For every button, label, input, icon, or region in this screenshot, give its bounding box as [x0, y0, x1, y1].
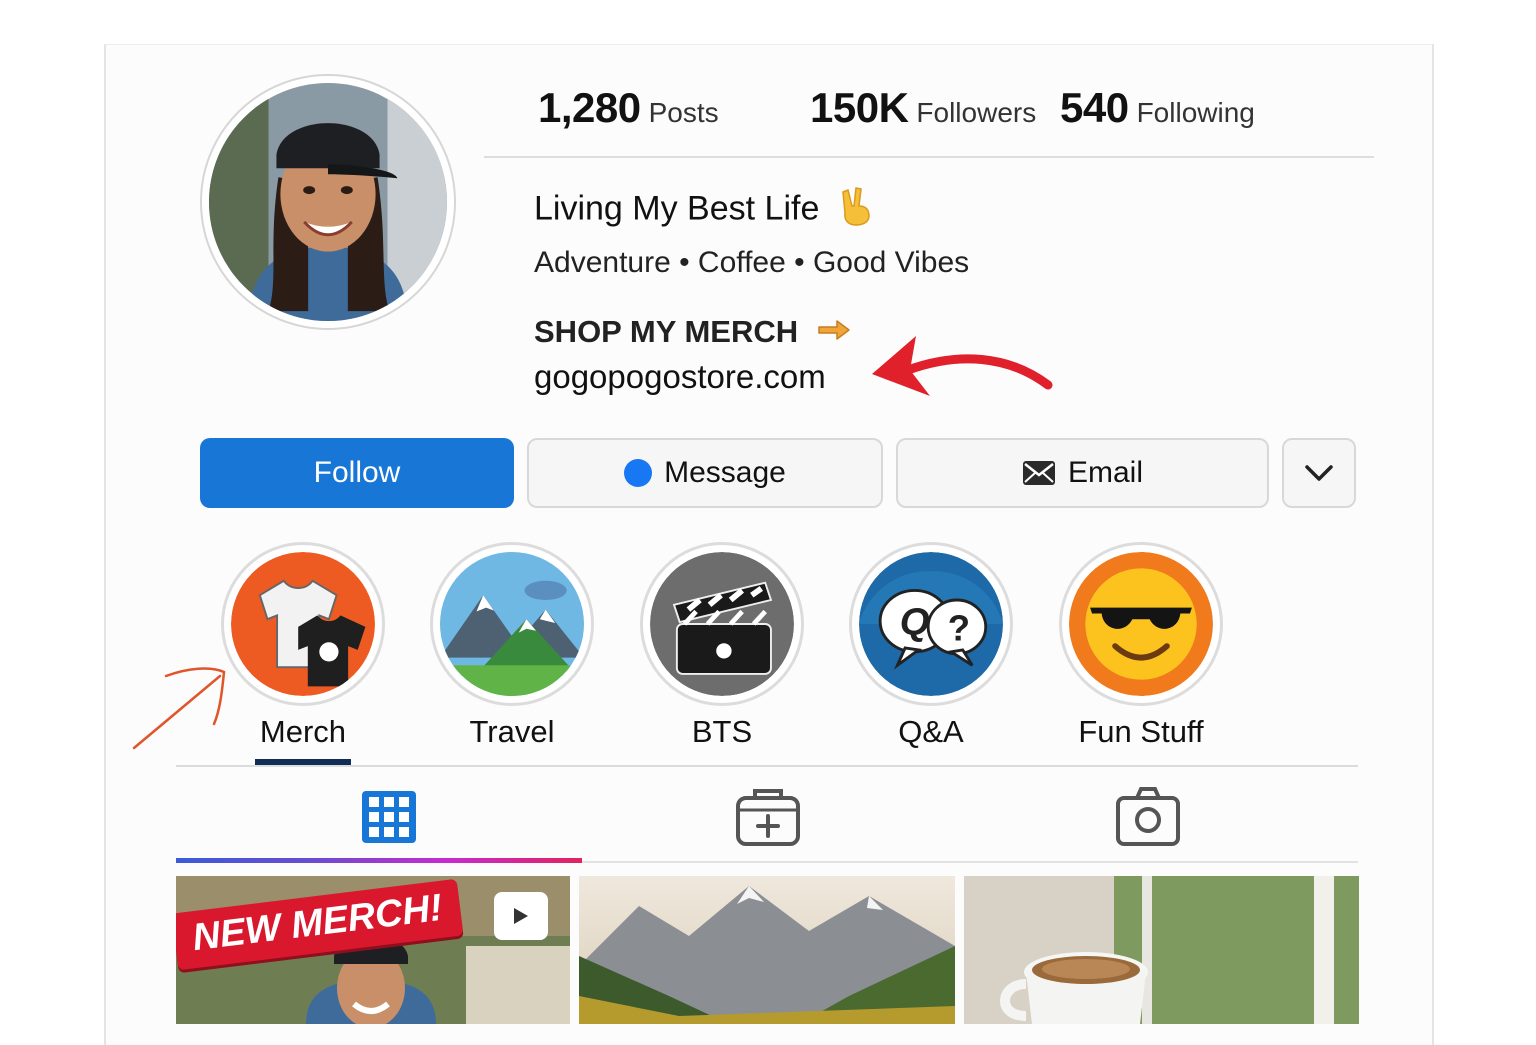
following-stat[interactable]: 540 Following — [1060, 84, 1255, 132]
highlight-label: Fun Stuff — [1078, 714, 1204, 749]
highlight-fun-stuff[interactable]: Fun Stuff — [1036, 542, 1246, 750]
followers-stat[interactable]: 150K Followers — [810, 84, 1036, 132]
bio-name-text: Living My Best Life — [534, 189, 820, 228]
stats-divider — [484, 156, 1374, 158]
annotation-orange-arrow-icon — [132, 667, 226, 750]
tab-tagged[interactable] — [1113, 784, 1183, 854]
posts-label: Posts — [648, 97, 719, 128]
active-tab-indicator — [176, 858, 582, 863]
follow-button[interactable]: Follow — [200, 438, 514, 508]
bio-shop-line: SHOP MY MERCH — [534, 314, 851, 353]
play-icon — [514, 908, 528, 924]
clapperboard-icon — [650, 552, 794, 696]
highlight-travel-ring — [430, 542, 594, 706]
message-status-icon — [624, 459, 653, 487]
video-badge — [494, 892, 548, 940]
bio-name-line: Living My Best Life — [534, 186, 873, 235]
camera-icon — [1116, 787, 1180, 846]
bio-tagline: Adventure • Coffee • Good Vibes — [534, 246, 970, 279]
mountains-photo — [579, 876, 955, 1024]
annotation-red-arrow-icon — [872, 336, 1053, 396]
following-label: Following — [1136, 97, 1255, 128]
highlight-label: BTS — [691, 714, 753, 749]
grid-icon — [362, 791, 416, 843]
avatar-image — [209, 83, 447, 321]
highlight-label: Travel — [469, 714, 555, 749]
bio-store-link[interactable]: gogopogostore.com — [534, 358, 826, 396]
followers-label: Followers — [916, 97, 1037, 128]
bio-shop-text: SHOP MY MERCH — [534, 314, 799, 349]
victory-hand-icon — [839, 186, 873, 235]
avatar-photo — [209, 83, 447, 321]
highlight-bts[interactable]: BTS — [617, 542, 827, 750]
sunglasses-emoji-icon — [1069, 552, 1213, 696]
speech-bubbles-icon: Q ? — [859, 552, 1003, 696]
highlight-fun-stuff-ring — [1059, 542, 1223, 706]
grid-post-merch[interactable]: NEW MERCH! — [176, 876, 570, 1024]
svg-text:?: ? — [948, 607, 970, 648]
tab-add-post[interactable] — [733, 784, 803, 854]
highlight-merch-ring — [221, 542, 385, 706]
add-post-icon — [736, 789, 800, 846]
grid-post-coffee[interactable] — [964, 876, 1359, 1024]
following-count: 540 — [1060, 84, 1129, 131]
highlight-qa-ring: Q ? — [849, 542, 1013, 706]
more-options-button[interactable] — [1282, 438, 1356, 508]
followers-count: 150K — [810, 84, 909, 131]
tshirt-icon — [231, 552, 375, 696]
tab-posts-grid[interactable] — [357, 784, 427, 854]
message-button[interactable]: Message — [527, 438, 883, 508]
message-button-label: Message — [664, 456, 786, 489]
highlight-label: Q&A — [898, 714, 964, 749]
highlight-travel[interactable]: Travel — [407, 542, 617, 750]
posts-stat[interactable]: 1,280 Posts — [538, 84, 719, 132]
highlight-qa[interactable]: Q ? Q&A — [826, 542, 1036, 750]
profile-avatar[interactable] — [200, 74, 456, 330]
grid-post-mountains[interactable] — [579, 876, 955, 1024]
envelope-icon — [1022, 461, 1055, 485]
coffee-photo — [964, 876, 1359, 1024]
highlights-divider — [176, 765, 1358, 767]
email-button-label: Email — [1067, 456, 1143, 489]
email-button[interactable]: Email — [896, 438, 1269, 508]
highlight-bts-ring — [640, 542, 804, 706]
chevron-down-icon — [1305, 465, 1333, 481]
mountain-icon — [440, 552, 584, 696]
pointing-hand-icon — [817, 315, 851, 353]
posts-count: 1,280 — [538, 84, 641, 131]
svg-text:Q: Q — [900, 601, 930, 644]
